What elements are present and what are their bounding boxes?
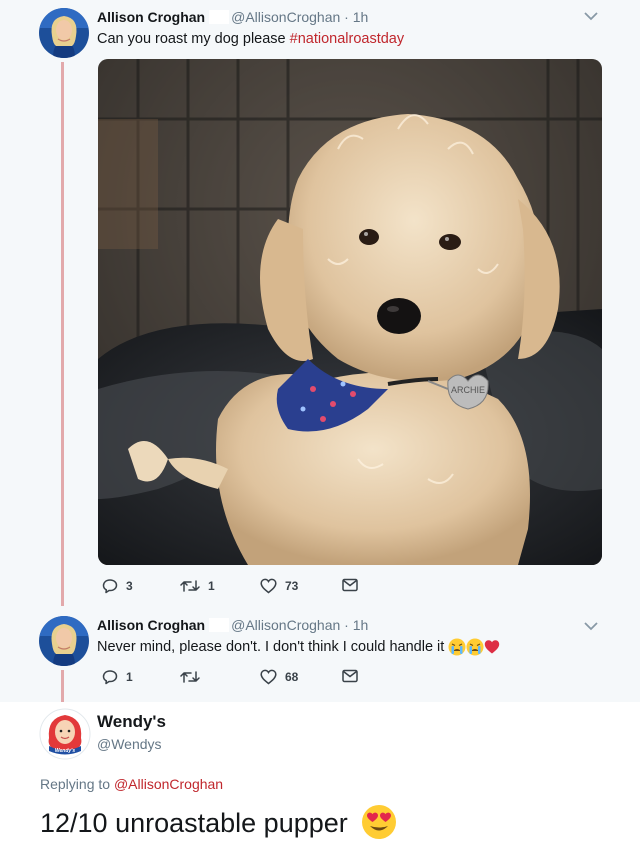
timestamp[interactable]: · 1h: [340, 9, 368, 25]
message-icon: [342, 669, 358, 683]
author-handle[interactable]: @AllisonCroghan: [231, 617, 340, 633]
heart-eyes-emoji-icon: [362, 805, 397, 839]
replying-to-mention[interactable]: @AllisonCroghan: [114, 776, 223, 792]
tweet-text-body: Can you roast my dog please: [97, 31, 290, 47]
replying-to: Replying to @AllisonCroghan: [40, 776, 223, 792]
like-icon: [260, 669, 277, 685]
heart-emoji-icon: [485, 640, 500, 654]
chevron-down-icon[interactable]: [584, 622, 598, 631]
reply-count: 1: [126, 670, 133, 684]
crying-emoji-icon: [466, 638, 484, 656]
reply-button[interactable]: 3: [102, 578, 133, 594]
like-button[interactable]: 68: [260, 669, 298, 685]
tweet-text: Never mind, please don't. I don't think …: [97, 638, 500, 656]
reply-icon: [102, 579, 118, 594]
author-handle[interactable]: @AllisonCroghan: [231, 9, 340, 25]
allison-avatar[interactable]: [39, 8, 89, 58]
dog-photo[interactable]: ARCHIE: [98, 59, 602, 565]
message-button[interactable]: [342, 669, 358, 683]
chevron-down-icon[interactable]: [584, 12, 598, 21]
timestamp[interactable]: · 1h: [340, 617, 368, 633]
wendys-avatar-wordmark: Wendy's: [55, 748, 75, 754]
author-name[interactable]: Wendy's: [97, 712, 166, 732]
retweet-button[interactable]: 1: [180, 578, 215, 594]
main-tweet-text: 12/10 unroastable pupper: [40, 804, 397, 840]
retweet-icon: [180, 671, 200, 683]
like-count: 68: [285, 670, 299, 684]
tweet-header: Allison Croghan @AllisonCroghan · 1h: [97, 9, 368, 25]
reply-button[interactable]: 1: [102, 669, 133, 685]
reply-icon: [102, 670, 118, 685]
message-icon: [342, 578, 358, 592]
allison-avatar[interactable]: [39, 616, 89, 666]
reply-count: 3: [126, 579, 133, 593]
author-name[interactable]: Allison Croghan: [97, 9, 205, 25]
verified-badge: [209, 10, 230, 24]
like-count: 73: [285, 579, 299, 593]
message-button[interactable]: [342, 578, 358, 592]
crying-emoji-icon: [448, 638, 466, 656]
like-icon: [260, 578, 277, 594]
dog-tag-text: ARCHIE: [451, 385, 485, 395]
main-tweet-text-body: 12/10 unroastable pupper: [40, 808, 348, 838]
tweet-actions: 3 1 73: [102, 578, 362, 598]
retweet-icon: [180, 580, 200, 592]
retweet-count: 1: [208, 579, 215, 593]
tweet-text: Can you roast my dog please #nationalroa…: [97, 31, 404, 47]
retweet-button[interactable]: [180, 669, 208, 685]
replying-to-label: Replying to: [40, 776, 114, 792]
tweet-actions: 1 68: [102, 669, 362, 689]
wendys-avatar[interactable]: Wendy's: [39, 708, 91, 760]
author-handle[interactable]: @Wendys: [97, 736, 162, 752]
tweet-text-body: Never mind, please don't. I don't think …: [97, 638, 445, 655]
hashtag-link[interactable]: #nationalroastday: [290, 31, 404, 47]
tweet-header: Allison Croghan @AllisonCroghan · 1h: [97, 617, 368, 633]
thread-line: [61, 670, 64, 702]
thread-line: [61, 62, 64, 614]
like-button[interactable]: 73: [260, 578, 298, 594]
reply-tweet-1[interactable]: Allison Croghan @AllisonCroghan · 1h Can …: [0, 0, 640, 614]
verified-badge: [209, 618, 230, 632]
author-name[interactable]: Allison Croghan: [97, 617, 205, 633]
